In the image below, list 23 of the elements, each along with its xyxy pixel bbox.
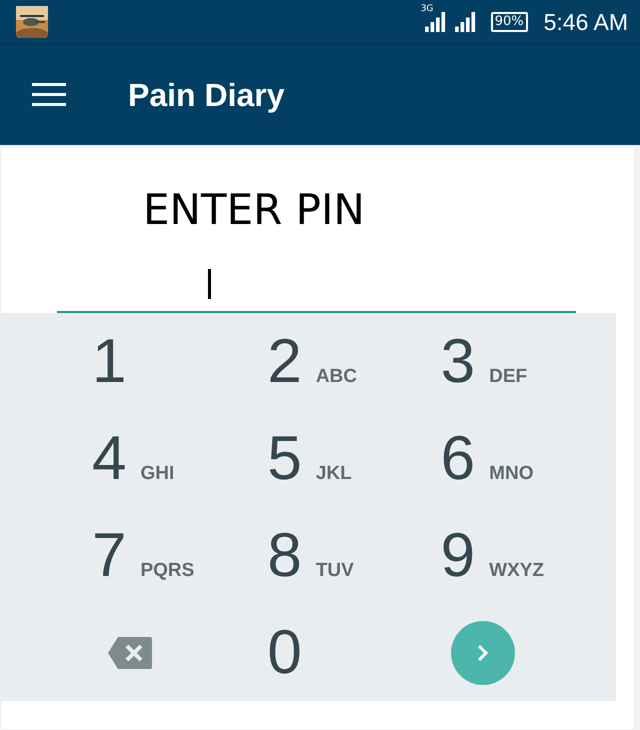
- battery-indicator: 90%: [490, 12, 528, 32]
- menu-icon: [32, 83, 66, 107]
- signal-icon: [454, 12, 477, 32]
- signal-icon: [424, 12, 447, 32]
- digit-key[interactable]: 8 TUV: [267, 520, 354, 591]
- digit-key[interactable]: 4 GHI: [92, 423, 174, 494]
- chevron-icon: [476, 644, 489, 662]
- clock: 5:46 AM: [544, 8, 628, 36]
- backspace-button[interactable]: [108, 636, 152, 668]
- digit-key[interactable]: 9 WXYZ: [440, 520, 544, 591]
- digit-key[interactable]: 2 ABC: [267, 326, 357, 397]
- digit-key[interactable]: 5 JKL: [267, 423, 352, 494]
- text-cursor: [208, 269, 211, 299]
- backspace-icon: [108, 636, 152, 668]
- network-type: 3G: [420, 4, 434, 14]
- app-title: Pain Diary: [128, 76, 285, 114]
- menu-button[interactable]: [32, 83, 66, 107]
- digit-key[interactable]: 1: [92, 326, 126, 397]
- digit-key[interactable]: 0: [267, 617, 302, 688]
- digit-key[interactable]: 6 MNO: [440, 423, 534, 494]
- digit-key[interactable]: 7 PQRS: [92, 520, 194, 591]
- prompt-text: ENTER PIN: [142, 184, 366, 236]
- digit-key[interactable]: 3 DEF: [440, 326, 528, 397]
